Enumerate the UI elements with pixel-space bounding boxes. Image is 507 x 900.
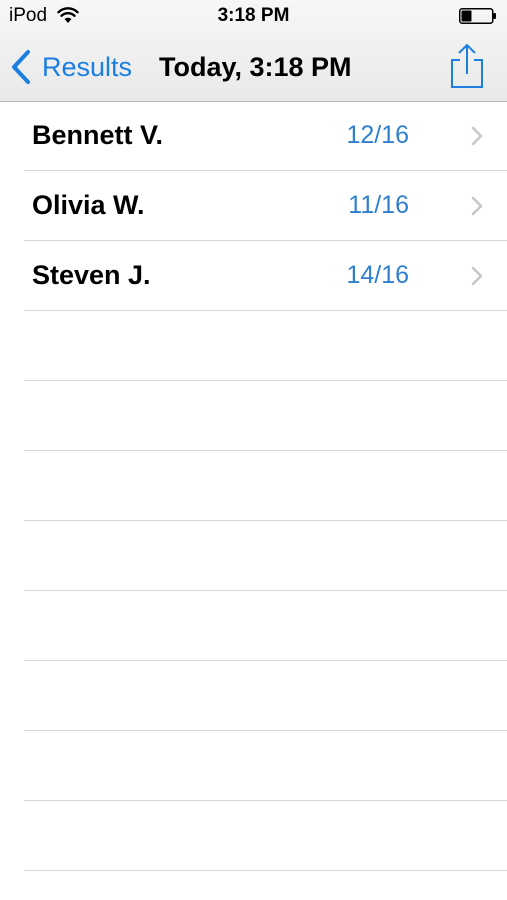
empty-row bbox=[24, 311, 507, 381]
empty-row bbox=[24, 591, 507, 661]
table-row[interactable]: Olivia W. 11/16 bbox=[24, 171, 507, 241]
page-title: Today, 3:18 PM bbox=[159, 52, 352, 82]
empty-row bbox=[24, 451, 507, 521]
screen: iPod 3:18 PM Results Today, 3:18 PM Benn… bbox=[0, 0, 507, 900]
empty-row bbox=[24, 521, 507, 591]
back-button-label: Results bbox=[42, 52, 133, 82]
status-bar: iPod 3:18 PM bbox=[0, 0, 507, 34]
results-list: Bennett V. 12/16 Olivia W. 11/16 Steven … bbox=[0, 101, 507, 900]
empty-row bbox=[24, 661, 507, 731]
empty-row bbox=[24, 801, 507, 871]
student-score: 12/16 bbox=[346, 121, 409, 149]
table-row[interactable]: Steven J. 14/16 bbox=[24, 241, 507, 311]
empty-row bbox=[24, 731, 507, 801]
chevron-left-icon bbox=[12, 50, 30, 84]
table-row[interactable]: Bennett V. 12/16 bbox=[24, 101, 507, 171]
chevron-right-icon bbox=[471, 126, 483, 146]
student-name: Steven J. bbox=[32, 260, 151, 290]
top-bar: iPod 3:18 PM Results Today, 3:18 PM bbox=[0, 0, 507, 102]
student-score: 11/16 bbox=[348, 191, 409, 219]
student-score: 14/16 bbox=[346, 261, 409, 289]
chevron-right-icon bbox=[471, 266, 483, 286]
share-icon[interactable] bbox=[448, 43, 486, 89]
chevron-right-icon bbox=[471, 196, 483, 216]
battery-icon bbox=[459, 8, 496, 24]
empty-row bbox=[24, 381, 507, 451]
student-name: Olivia W. bbox=[32, 190, 145, 220]
navigation-bar: Results Today, 3:18 PM bbox=[0, 34, 507, 100]
student-name: Bennett V. bbox=[32, 120, 164, 150]
status-time: 3:18 PM bbox=[217, 5, 290, 26]
back-button[interactable]: Results bbox=[10, 49, 132, 85]
